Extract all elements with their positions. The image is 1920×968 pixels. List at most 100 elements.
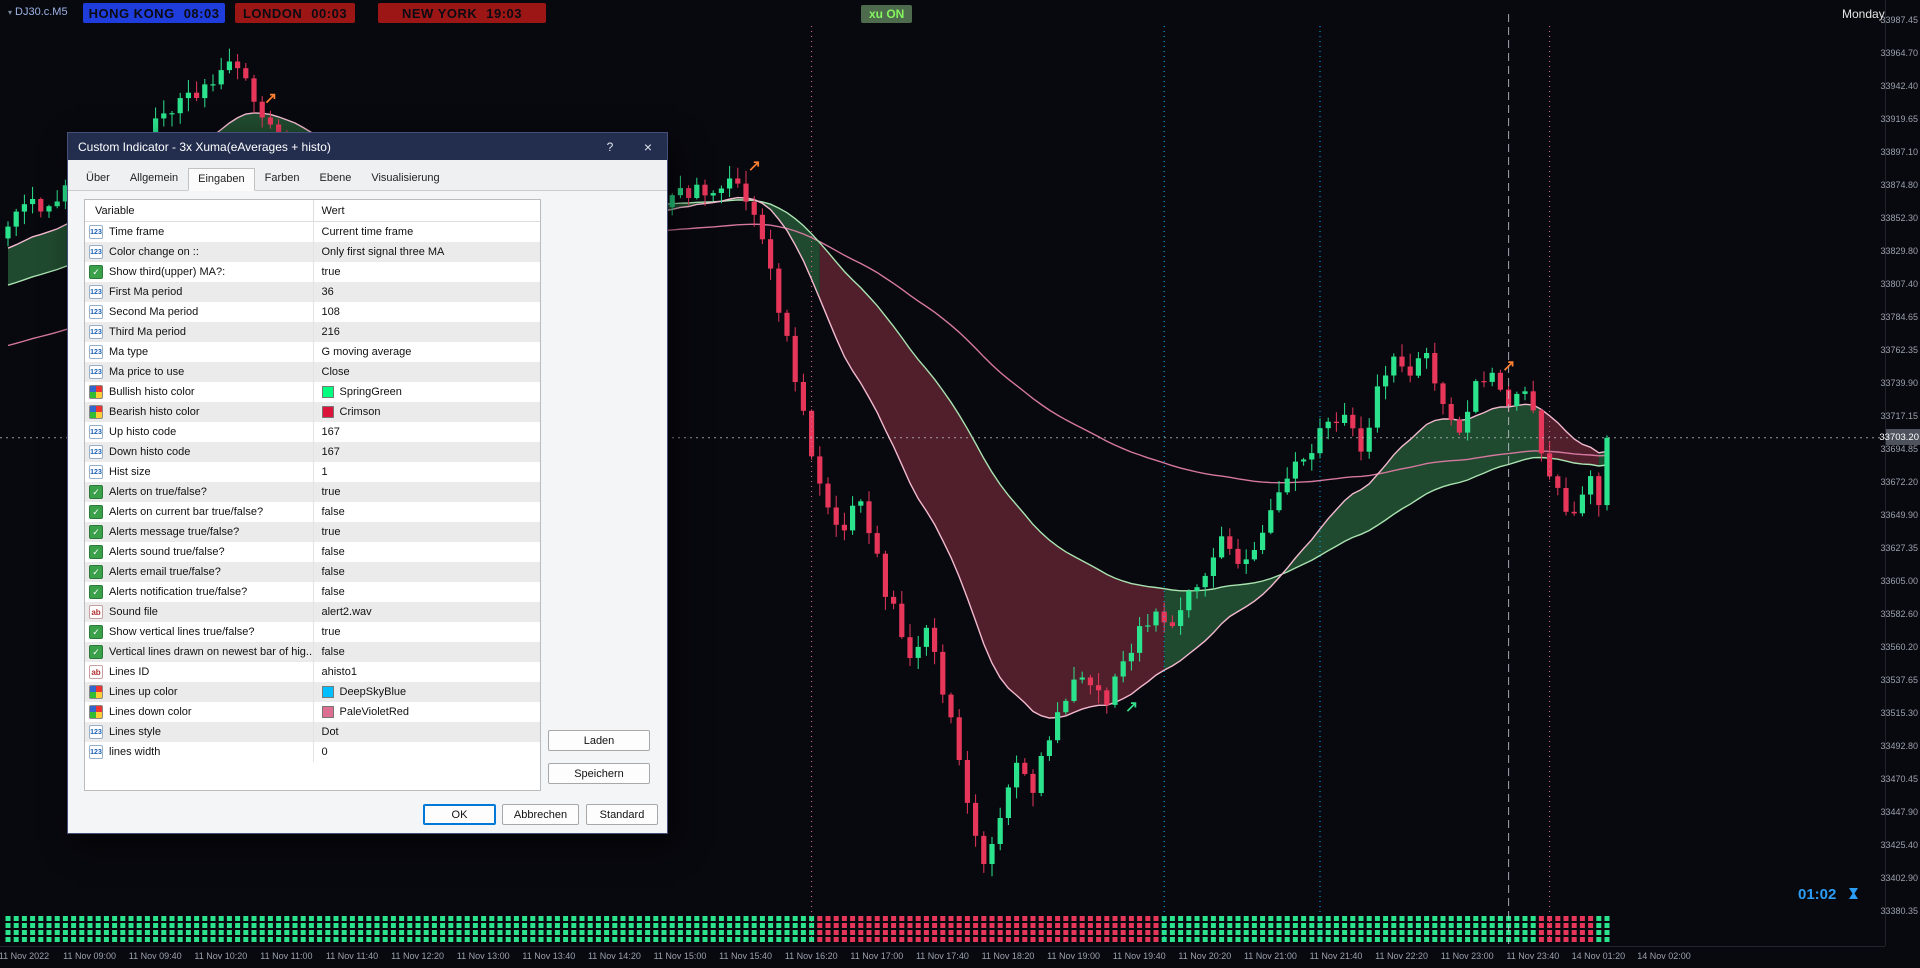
param-value[interactable]: Crimson xyxy=(312,402,541,422)
param-row[interactable]: ✓ Alerts message true/false? true xyxy=(85,522,540,542)
price-axis-label: 33649.90 xyxy=(1880,509,1918,520)
numeric-type-icon: 123 xyxy=(89,285,103,299)
param-value[interactable]: Dot xyxy=(312,722,541,742)
time-axis-label: 11 Nov 15:00 xyxy=(653,951,707,961)
time-axis-label: 11 Nov 19:40 xyxy=(1112,951,1166,961)
param-row[interactable]: ✓ Alerts email true/false? false xyxy=(85,562,540,582)
help-button[interactable]: ? xyxy=(593,133,627,160)
param-value[interactable]: 1 xyxy=(312,462,541,482)
param-row[interactable]: 123 Second Ma period 108 xyxy=(85,302,540,322)
param-label: 123 Time frame xyxy=(89,225,165,239)
param-label: ab Lines ID xyxy=(85,665,313,679)
tab-eingaben[interactable]: Eingaben xyxy=(188,168,255,191)
param-value[interactable]: alert2.wav xyxy=(312,602,541,622)
param-value[interactable]: PaleVioletRed xyxy=(312,702,541,722)
param-value[interactable]: G moving average xyxy=(312,342,541,362)
dialog-tabs: Über Allgemein Eingaben Farben Ebene Visualis… xyxy=(68,160,667,191)
param-value[interactable]: true xyxy=(312,622,541,642)
dialog-titlebar[interactable]: Custom Indicator - 3x Xuma(eAverages + h… xyxy=(68,133,667,160)
default-button[interactable]: Standard xyxy=(586,804,658,825)
param-value[interactable]: SpringGreen xyxy=(312,382,541,402)
param-row[interactable]: ✓ Alerts sound true/false? false xyxy=(85,542,540,562)
param-label: 123 Hist size xyxy=(89,465,151,479)
param-value[interactable]: false xyxy=(312,562,541,582)
param-row[interactable]: Lines up color DeepSkyBlue xyxy=(85,682,540,702)
param-label: ✓ Show third(upper) MA?: xyxy=(85,265,313,279)
xu-toggle-button[interactable]: xu ON xyxy=(861,5,913,23)
close-icon[interactable]: × xyxy=(631,133,665,160)
param-row[interactable]: ✓ Vertical lines drawn on newest bar of h… xyxy=(85,642,540,662)
param-row[interactable]: ✓ Alerts notification true/false? false xyxy=(85,582,540,602)
param-value[interactable]: DeepSkyBlue xyxy=(312,682,541,702)
param-label: Bearish histo color xyxy=(85,405,313,419)
param-value[interactable]: 108 xyxy=(312,302,541,322)
param-value[interactable]: 167 xyxy=(312,442,541,462)
param-value[interactable]: false xyxy=(312,502,541,522)
time-axis-label: 11 Nov 13:40 xyxy=(522,951,576,961)
param-row[interactable]: 123 Down histo code 167 xyxy=(85,442,540,462)
tab-ebene[interactable]: Ebene xyxy=(310,167,362,190)
param-value[interactable]: true xyxy=(312,522,541,542)
tab-farben[interactable]: Farben xyxy=(255,167,310,190)
param-row[interactable]: 123 Color change on :: Only first signal t… xyxy=(85,242,540,262)
param-row[interactable]: 123 Hist size 1 xyxy=(85,462,540,482)
param-value[interactable]: true xyxy=(312,262,541,282)
load-button[interactable]: Laden xyxy=(548,730,650,751)
param-row[interactable]: 123 lines width 0 xyxy=(85,742,540,762)
price-axis-label: 33425.40 xyxy=(1880,839,1918,850)
param-value[interactable]: false xyxy=(312,542,541,562)
param-row[interactable]: 123 Up histo code 167 xyxy=(85,422,540,442)
param-label: 123 Ma type xyxy=(89,345,149,359)
param-value[interactable]: 36 xyxy=(312,282,541,302)
param-row[interactable]: 123 Ma type G moving average xyxy=(85,342,540,362)
param-row[interactable]: ✓ Alerts on current bar true/false? false xyxy=(85,502,540,522)
param-value[interactable]: Close xyxy=(312,362,541,382)
tab-allgemein[interactable]: Allgemein xyxy=(120,167,188,190)
numeric-type-icon: 123 xyxy=(89,345,103,359)
param-value[interactable]: false xyxy=(312,582,541,602)
numeric-type-icon: 123 xyxy=(89,465,103,479)
indicator-settings-dialog: Custom Indicator - 3x Xuma(eAverages + h… xyxy=(67,132,668,834)
param-row[interactable]: 123 Ma price to use Close xyxy=(85,362,540,382)
param-value[interactable]: 0 xyxy=(312,742,541,762)
price-axis-label: 33807.40 xyxy=(1880,278,1918,289)
time-axis-label: 11 Nov 09:00 xyxy=(63,951,117,961)
param-row[interactable]: ab Lines ID ahisto1 xyxy=(85,662,540,682)
param-row[interactable]: ✓ Show vertical lines true/false? true xyxy=(85,622,540,642)
param-row[interactable]: 123 Time frame Current time frame xyxy=(85,222,540,242)
param-row[interactable]: ✓ Show third(upper) MA?: true xyxy=(85,262,540,282)
param-row[interactable]: ✓ Alerts on true/false? true xyxy=(85,482,540,502)
param-row[interactable]: Bullish histo color SpringGreen xyxy=(85,382,540,402)
numeric-type-icon: 123 xyxy=(89,325,103,339)
price-axis-label: 33402.90 xyxy=(1880,872,1918,883)
param-row[interactable]: ab Sound file alert2.wav xyxy=(85,602,540,622)
param-value[interactable]: Current time frame xyxy=(312,222,541,242)
param-value[interactable]: Only first signal three MA xyxy=(312,242,541,262)
param-row[interactable]: 123 Third Ma period 216 xyxy=(85,322,540,342)
time-axis[interactable]: 11 Nov 2022 11 Nov 09:00 11 Nov 09:40 11 No… xyxy=(0,946,1885,968)
price-axis-label: 33627.35 xyxy=(1880,542,1918,553)
price-axis[interactable]: 33703.20 33987.45 33964.70 33942.40 33919.6… xyxy=(1879,0,1920,946)
param-row[interactable]: 123 Lines style Dot xyxy=(85,722,540,742)
time-axis-label: 11 Nov 2022 xyxy=(0,951,50,961)
save-button[interactable]: Speichern xyxy=(548,763,650,784)
clock-london: LONDON 00:03 xyxy=(235,3,355,23)
param-value[interactable]: 216 xyxy=(312,322,541,342)
numeric-type-icon: 123 xyxy=(89,305,103,319)
param-label: ✓ Alerts on current bar true/false? xyxy=(85,505,313,519)
param-label: ✓ Vertical lines drawn on newest bar of h… xyxy=(85,645,313,659)
cancel-button[interactable]: Abbrechen xyxy=(502,804,579,825)
tab-visualisierung[interactable]: Visualisierung xyxy=(361,167,449,190)
param-value[interactable]: ahisto1 xyxy=(312,662,541,682)
tab-über[interactable]: Über xyxy=(76,167,120,190)
param-value[interactable]: 167 xyxy=(312,422,541,442)
bool-type-icon: ✓ xyxy=(89,485,103,499)
price-axis-label: 33380.35 xyxy=(1880,905,1918,916)
param-row[interactable]: 123 First Ma period 36 xyxy=(85,282,540,302)
param-value[interactable]: true xyxy=(312,482,541,502)
ok-button[interactable]: OK xyxy=(423,804,496,825)
param-value[interactable]: false xyxy=(312,642,541,662)
param-row[interactable]: Lines down color PaleVioletRed xyxy=(85,702,540,722)
time-axis-label: 11 Nov 16:20 xyxy=(784,951,838,961)
param-row[interactable]: Bearish histo color Crimson xyxy=(85,402,540,422)
